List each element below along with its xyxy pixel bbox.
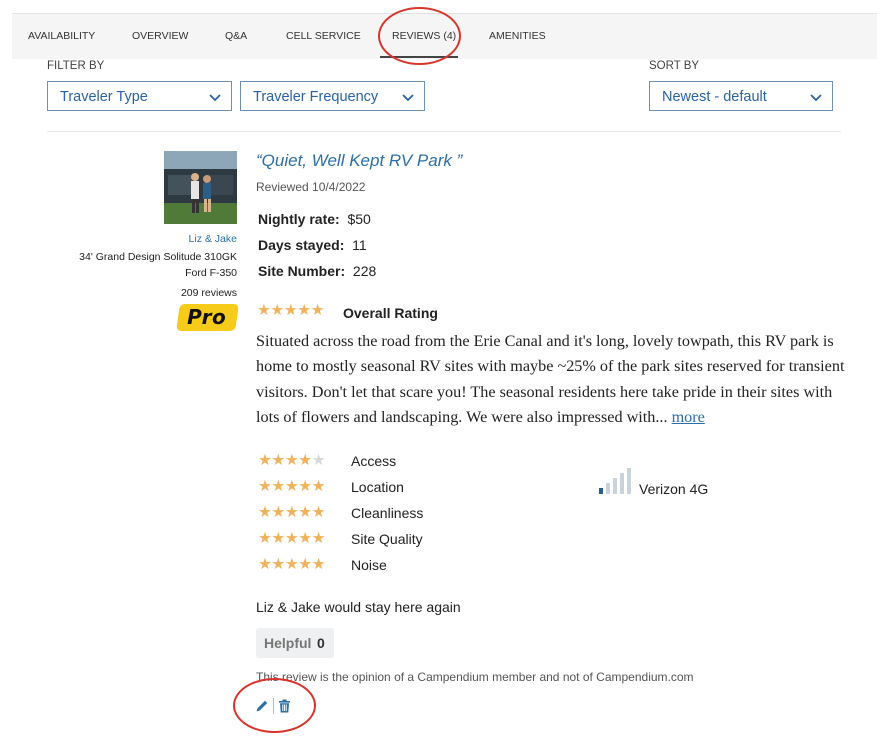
traveler-type-value: Traveler Type bbox=[60, 89, 148, 105]
access-rating-stars: ★★★★★ bbox=[258, 451, 326, 470]
chevron-down-icon bbox=[209, 94, 221, 102]
reviewer-vehicle: Ford F-350 bbox=[185, 267, 237, 279]
helpful-label: Helpful bbox=[264, 635, 312, 651]
star-filled-icon: ★ bbox=[271, 478, 285, 495]
star-empty-icon: ★ bbox=[311, 452, 326, 469]
star-filled-icon: ★ bbox=[298, 530, 312, 547]
star-filled-icon: ★ bbox=[311, 530, 326, 547]
category-location: Location bbox=[351, 479, 404, 495]
star-filled-icon: ★ bbox=[284, 478, 299, 495]
overall-rating-stars: ★★★★★ bbox=[257, 301, 325, 320]
reviewer-rig: 34' Grand Design Solitude 310GK bbox=[79, 251, 237, 263]
traveler-frequency-select[interactable]: Traveler Frequency bbox=[240, 81, 425, 111]
star-filled-icon: ★ bbox=[298, 478, 312, 495]
star-filled-icon: ★ bbox=[283, 302, 298, 319]
star-filled-icon: ★ bbox=[257, 302, 271, 319]
signal-bar bbox=[627, 468, 631, 494]
helpful-button[interactable]: Helpful 0 bbox=[256, 628, 334, 658]
star-filled-icon: ★ bbox=[271, 504, 285, 521]
signal-bar bbox=[599, 488, 603, 494]
overall-rating-label: Overall Rating bbox=[343, 305, 438, 321]
filter-by-label: FILTER BY bbox=[47, 60, 105, 72]
star-filled-icon: ★ bbox=[298, 452, 312, 469]
traveler-type-select[interactable]: Traveler Type bbox=[47, 81, 232, 111]
tab-availability[interactable]: AVAILABILITY bbox=[28, 30, 95, 42]
review-body: Situated across the road from the Erie C… bbox=[256, 332, 845, 426]
stat-value: 228 bbox=[352, 263, 377, 279]
star-filled-icon: ★ bbox=[270, 302, 284, 319]
reviewer-avatar[interactable] bbox=[164, 151, 237, 224]
star-filled-icon: ★ bbox=[284, 530, 299, 547]
stat-days-stayed: Days stayed: 11 bbox=[258, 237, 367, 253]
review-text: Situated across the road from the Erie C… bbox=[256, 329, 851, 430]
tab-qa[interactable]: Q&A bbox=[225, 30, 247, 42]
reviewer-review-count: 209 reviews bbox=[180, 287, 237, 299]
sort-by-label: SORT BY bbox=[649, 60, 700, 72]
sort-select[interactable]: Newest - default bbox=[649, 81, 833, 111]
stat-label: Nightly rate: bbox=[258, 211, 340, 227]
star-filled-icon: ★ bbox=[284, 504, 299, 521]
star-filled-icon: ★ bbox=[311, 478, 326, 495]
noise-rating-stars: ★★★★★ bbox=[258, 555, 326, 574]
stat-label: Days stayed: bbox=[258, 237, 345, 253]
signal-bar bbox=[606, 483, 610, 494]
star-filled-icon: ★ bbox=[258, 452, 272, 469]
star-filled-icon: ★ bbox=[258, 504, 272, 521]
star-filled-icon: ★ bbox=[311, 504, 326, 521]
pro-badge: Pro bbox=[176, 304, 239, 331]
filter-divider bbox=[47, 131, 841, 132]
signal-bars-icon bbox=[599, 468, 631, 494]
star-filled-icon: ★ bbox=[310, 302, 325, 319]
pro-badge-label: Pro bbox=[187, 305, 227, 329]
star-filled-icon: ★ bbox=[298, 504, 312, 521]
category-access: Access bbox=[351, 453, 397, 469]
category-cleanliness: Cleanliness bbox=[351, 505, 424, 521]
star-filled-icon: ★ bbox=[297, 302, 311, 319]
annotation-circle-reviews-tab bbox=[378, 7, 461, 65]
annotation-circle-edit-delete bbox=[233, 678, 316, 733]
star-filled-icon: ★ bbox=[284, 556, 299, 573]
star-filled-icon: ★ bbox=[284, 452, 299, 469]
review-date: Reviewed 10/4/2022 bbox=[256, 180, 366, 194]
reviewer-name[interactable]: Liz & Jake bbox=[189, 233, 237, 245]
tab-overview[interactable]: OVERVIEW bbox=[132, 30, 188, 42]
chevron-down-icon bbox=[810, 94, 822, 102]
signal-bar bbox=[613, 478, 617, 494]
sort-value: Newest - default bbox=[662, 89, 767, 105]
more-link[interactable]: more bbox=[672, 408, 705, 426]
star-filled-icon: ★ bbox=[271, 530, 285, 547]
category-site-quality: Site Quality bbox=[351, 531, 423, 547]
star-filled-icon: ★ bbox=[271, 452, 285, 469]
star-filled-icon: ★ bbox=[271, 556, 285, 573]
stat-nightly-rate: Nightly rate: $50 bbox=[258, 211, 371, 227]
star-filled-icon: ★ bbox=[311, 556, 326, 573]
stat-label: Site Number: bbox=[258, 263, 346, 279]
signal-bar bbox=[620, 473, 624, 494]
stat-site-number: Site Number: 228 bbox=[258, 263, 376, 279]
would-stay-again: Liz & Jake would stay here again bbox=[256, 599, 461, 615]
traveler-frequency-value: Traveler Frequency bbox=[253, 89, 379, 105]
star-filled-icon: ★ bbox=[298, 556, 312, 573]
stat-value: 11 bbox=[352, 237, 367, 253]
site-quality-rating-stars: ★★★★★ bbox=[258, 529, 326, 548]
chevron-down-icon bbox=[402, 94, 414, 102]
cleanliness-rating-stars: ★★★★★ bbox=[258, 503, 326, 522]
review-title: “Quiet, Well Kept RV Park ” bbox=[256, 151, 463, 170]
location-rating-stars: ★★★★★ bbox=[258, 477, 326, 496]
tab-amenities[interactable]: AMENITIES bbox=[489, 30, 546, 42]
stat-value: $50 bbox=[347, 211, 371, 227]
tab-cell-service[interactable]: CELL SERVICE bbox=[286, 30, 361, 42]
category-noise: Noise bbox=[351, 557, 387, 573]
star-filled-icon: ★ bbox=[258, 478, 272, 495]
review-disclaimer: This review is the opinion of a Campendi… bbox=[256, 670, 694, 684]
star-filled-icon: ★ bbox=[258, 530, 272, 547]
cell-carrier: Verizon 4G bbox=[639, 481, 709, 497]
helpful-count: 0 bbox=[317, 635, 325, 651]
star-filled-icon: ★ bbox=[258, 556, 272, 573]
